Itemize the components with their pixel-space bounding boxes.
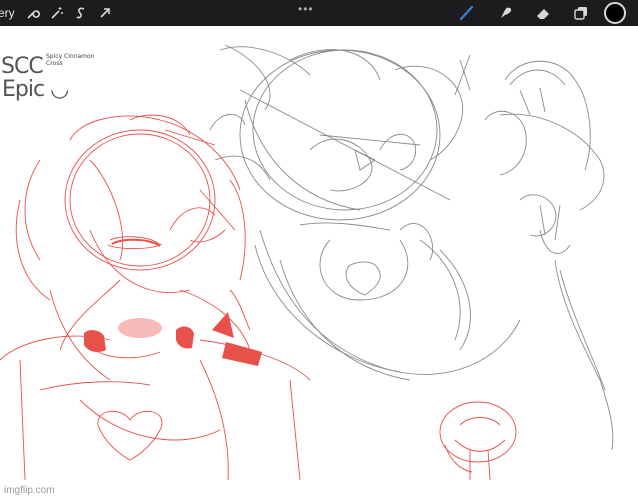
gray-sketch-right <box>484 60 614 451</box>
collar-right <box>176 326 194 349</box>
more-dots-icon[interactable]: ••• <box>298 2 314 16</box>
toolbar: ery ••• <box>0 0 638 26</box>
drawing-canvas[interactable]: SCC Spicy Cinnamon Cross Epic ◡ <box>0 26 638 500</box>
transform-arrow-icon[interactable] <box>93 2 117 24</box>
epic-label: Epic ◡ <box>2 77 69 102</box>
blush-shape <box>118 318 162 338</box>
smudge-icon[interactable] <box>486 2 524 24</box>
collar-left <box>84 330 106 353</box>
sketch-drawing <box>0 44 614 481</box>
shoulder-band <box>222 342 262 366</box>
magic-wand-icon[interactable] <box>45 2 69 24</box>
eraser-icon[interactable] <box>524 2 562 24</box>
brush-icon[interactable] <box>448 2 486 24</box>
right-tools <box>448 0 638 26</box>
watermark: imgflip.com <box>4 485 55 496</box>
wrench-icon[interactable] <box>21 2 45 24</box>
color-picker-button[interactable] <box>604 2 626 24</box>
scc-note: Spicy Cinnamon Cross <box>46 53 95 67</box>
smiley-face: ◡ <box>50 77 69 102</box>
scc-label: SCC <box>1 54 44 79</box>
gallery-button[interactable]: ery <box>0 6 21 20</box>
shoulder-piece <box>212 312 234 338</box>
layers-icon[interactable] <box>562 2 600 24</box>
gray-sketch <box>209 44 521 381</box>
red-sketch-small <box>439 401 517 481</box>
selection-icon[interactable] <box>69 2 93 24</box>
